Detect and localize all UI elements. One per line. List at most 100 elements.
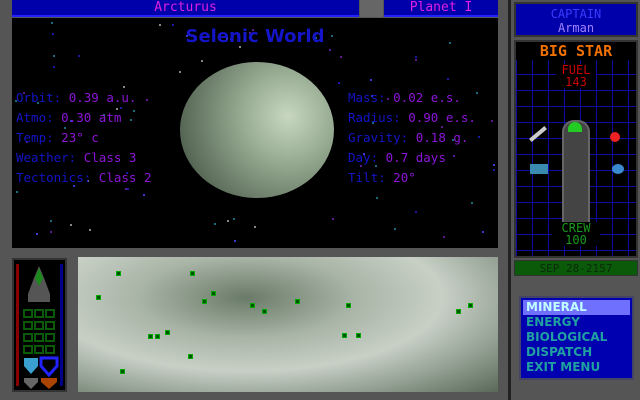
ship-status-panel bbox=[12, 258, 67, 392]
ship-bridge-icon bbox=[568, 122, 582, 132]
mineral-marker[interactable] bbox=[120, 369, 125, 374]
terrain-vehicle-icon bbox=[530, 164, 548, 174]
mineral-marker[interactable] bbox=[456, 309, 461, 314]
ship-name: BIG STAR bbox=[516, 42, 636, 60]
armor-icon bbox=[39, 356, 59, 378]
mineral-marker[interactable] bbox=[211, 291, 216, 296]
star bbox=[50, 231, 52, 233]
menu-item-exit[interactable]: EXIT MENU bbox=[523, 360, 630, 375]
mineral-marker[interactable] bbox=[262, 309, 267, 314]
star bbox=[227, 220, 229, 222]
mineral-marker[interactable] bbox=[190, 271, 195, 276]
star bbox=[89, 229, 91, 231]
star bbox=[36, 233, 38, 235]
ship-hull-icon bbox=[562, 120, 590, 232]
mineral-marker[interactable] bbox=[346, 303, 351, 308]
star bbox=[201, 60, 203, 62]
star bbox=[125, 188, 127, 190]
star bbox=[415, 211, 417, 213]
planet-image bbox=[180, 62, 334, 198]
star bbox=[476, 92, 478, 94]
planet-name: Planet I bbox=[384, 0, 498, 17]
captain-title: CAPTAIN bbox=[550, 7, 602, 21]
star bbox=[376, 197, 378, 199]
captain-panel: CAPTAIN Arman bbox=[514, 2, 638, 37]
captain-name: Arman bbox=[557, 21, 595, 35]
stat-tectonics: Tectonics: Class 2 bbox=[16, 170, 152, 185]
star bbox=[443, 236, 445, 238]
star bbox=[478, 136, 480, 138]
mineral-marker[interactable] bbox=[250, 303, 255, 308]
star bbox=[338, 82, 340, 84]
ship-status-icons bbox=[16, 264, 63, 389]
stat-weather: Weather: Class 3 bbox=[16, 150, 137, 165]
planet-icon bbox=[612, 164, 624, 174]
probe-icon bbox=[610, 132, 620, 142]
stats-left: Orbit: 0.39 a.u. Atmo: 0.30 atm Temp: 23… bbox=[16, 88, 151, 188]
star bbox=[471, 202, 473, 204]
mineral-marker[interactable] bbox=[188, 354, 193, 359]
star bbox=[329, 49, 331, 51]
star bbox=[179, 71, 181, 73]
shield-icon bbox=[24, 358, 38, 374]
mineral-marker[interactable] bbox=[342, 333, 347, 338]
weapon-laser-icon bbox=[529, 126, 547, 142]
mineral-marker[interactable] bbox=[148, 334, 153, 339]
mineral-marker[interactable] bbox=[116, 271, 121, 276]
stat-gravity: Gravity: 0.18 g. bbox=[348, 130, 469, 145]
stat-radius: Radius: 0.90 e.s. bbox=[348, 110, 476, 125]
stat-tilt: Tilt: 20° bbox=[348, 170, 416, 185]
menu-item-biological[interactable]: BIOLOGICAL bbox=[523, 330, 630, 345]
star bbox=[415, 59, 417, 61]
star bbox=[50, 220, 52, 222]
terrain-map[interactable] bbox=[78, 257, 498, 392]
star bbox=[53, 55, 55, 57]
stat-day: Day: 0.7 days bbox=[348, 150, 446, 165]
shield-gauge-icon bbox=[16, 264, 19, 386]
star bbox=[78, 55, 80, 57]
mineral-marker[interactable] bbox=[356, 333, 361, 338]
star bbox=[16, 191, 18, 193]
star bbox=[143, 194, 145, 196]
star bbox=[332, 218, 334, 220]
stat-mass: Mass: 0.02 e.s. bbox=[348, 90, 461, 105]
planet-type: Selenic World bbox=[185, 26, 325, 47]
mineral-marker[interactable] bbox=[165, 330, 170, 335]
star bbox=[340, 56, 342, 58]
star bbox=[254, 226, 256, 228]
laser-icon bbox=[24, 378, 38, 389]
mineral-marker[interactable] bbox=[295, 299, 300, 304]
stat-temp: Temp: 23° c bbox=[16, 130, 99, 145]
title-separator bbox=[360, 0, 383, 17]
ship-display: BIG STAR FUEL 143 CREW 100 bbox=[514, 40, 638, 258]
stat-atmo: Atmo: 0.30 atm bbox=[16, 110, 122, 125]
missile-icon bbox=[41, 378, 57, 389]
star bbox=[127, 188, 129, 190]
star bbox=[233, 218, 235, 220]
star bbox=[234, 240, 236, 242]
star bbox=[370, 79, 372, 81]
star bbox=[491, 120, 493, 122]
menu-item-mineral[interactable]: MINERAL bbox=[523, 300, 630, 315]
star bbox=[51, 22, 53, 24]
menu-item-energy[interactable]: ENERGY bbox=[523, 315, 630, 330]
mineral-marker[interactable] bbox=[468, 303, 473, 308]
mineral-marker[interactable] bbox=[202, 299, 207, 304]
star bbox=[394, 228, 396, 230]
planet-view: Selenic World Orbit: 0.39 a.u. Atmo: 0.3… bbox=[12, 18, 498, 248]
star bbox=[493, 169, 495, 171]
divider bbox=[508, 0, 511, 400]
star bbox=[415, 56, 417, 58]
star bbox=[70, 224, 72, 226]
system-name: Arcturus bbox=[12, 0, 359, 17]
mineral-marker[interactable] bbox=[155, 334, 160, 339]
armor-gauge-icon bbox=[60, 264, 63, 386]
star bbox=[214, 223, 216, 225]
mineral-marker[interactable] bbox=[96, 295, 101, 300]
crew-readout: CREW 100 bbox=[552, 222, 600, 246]
analysis-menu: MINERAL ENERGY BIOLOGICAL DISPATCH EXIT … bbox=[519, 296, 634, 380]
star bbox=[493, 164, 495, 166]
fuel-readout: FUEL 143 bbox=[556, 64, 596, 88]
stat-orbit: Orbit: 0.39 a.u. bbox=[16, 90, 137, 105]
menu-item-dispatch[interactable]: DISPATCH bbox=[523, 345, 630, 360]
